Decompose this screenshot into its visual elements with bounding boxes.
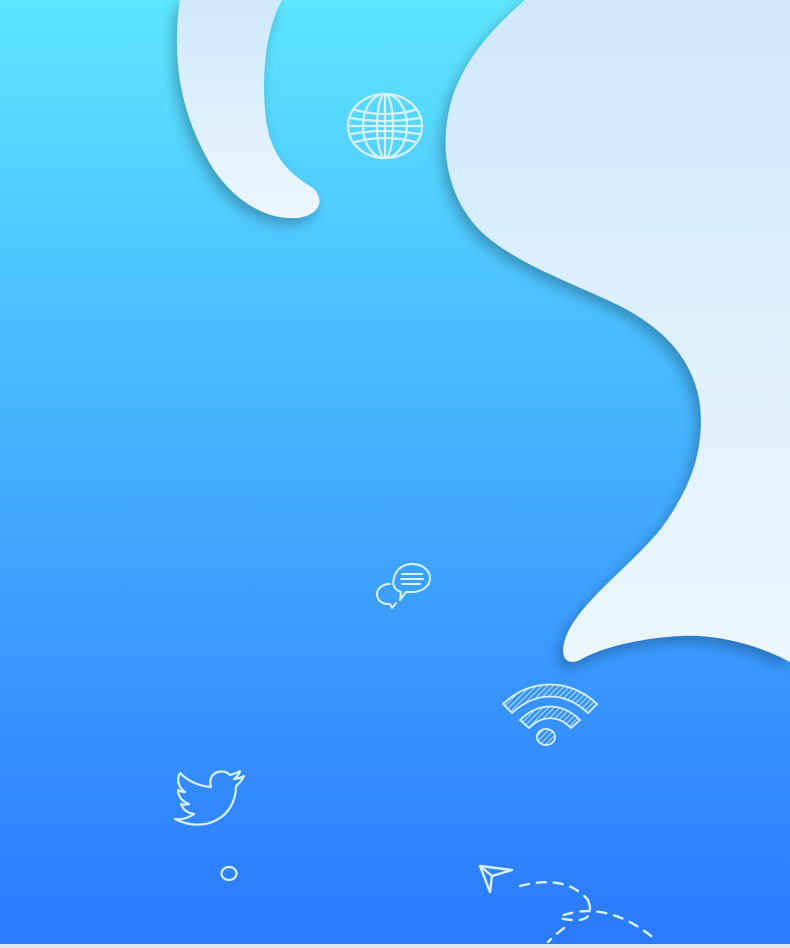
paper-plane-trail-icon bbox=[476, 862, 666, 948]
twitter-bird-icon bbox=[173, 769, 248, 828]
bottom-edge-strip bbox=[0, 944, 790, 948]
chat-bubbles-icon bbox=[374, 562, 434, 610]
wifi-icon bbox=[500, 682, 600, 748]
small-circle-icon bbox=[219, 864, 239, 882]
globe-icon bbox=[346, 92, 426, 162]
